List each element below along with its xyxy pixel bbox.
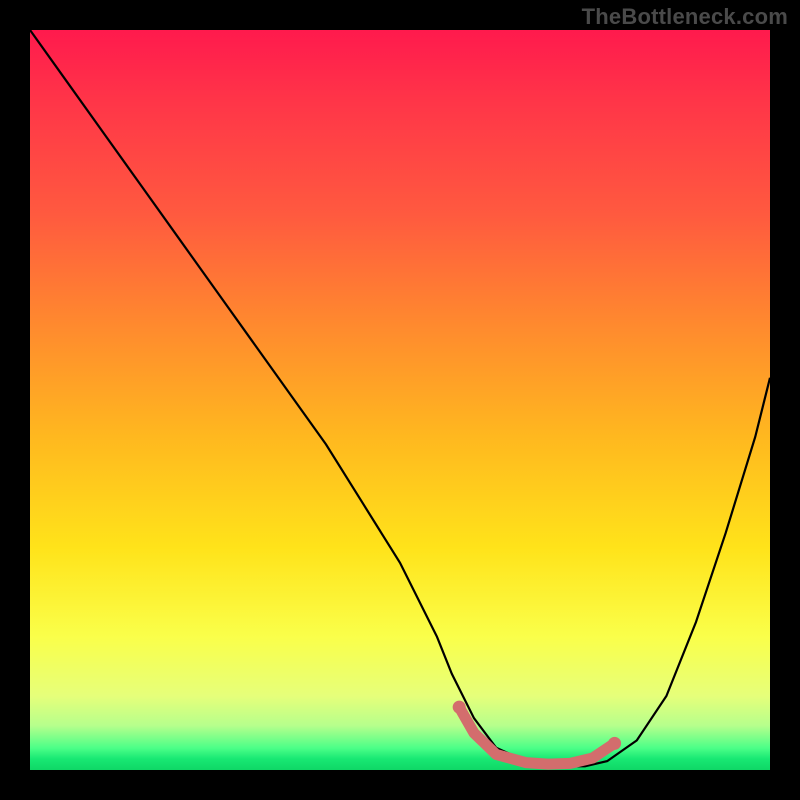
chart-frame: TheBottleneck.com (0, 0, 800, 800)
valley-cap-left (453, 701, 466, 714)
valley-highlight (453, 701, 621, 764)
valley-highlight-line (459, 707, 614, 764)
bottleneck-curve (30, 30, 770, 766)
valley-cap-right (608, 737, 621, 750)
plot-area (30, 30, 770, 770)
watermark-text: TheBottleneck.com (582, 4, 788, 30)
curve-layer (30, 30, 770, 770)
